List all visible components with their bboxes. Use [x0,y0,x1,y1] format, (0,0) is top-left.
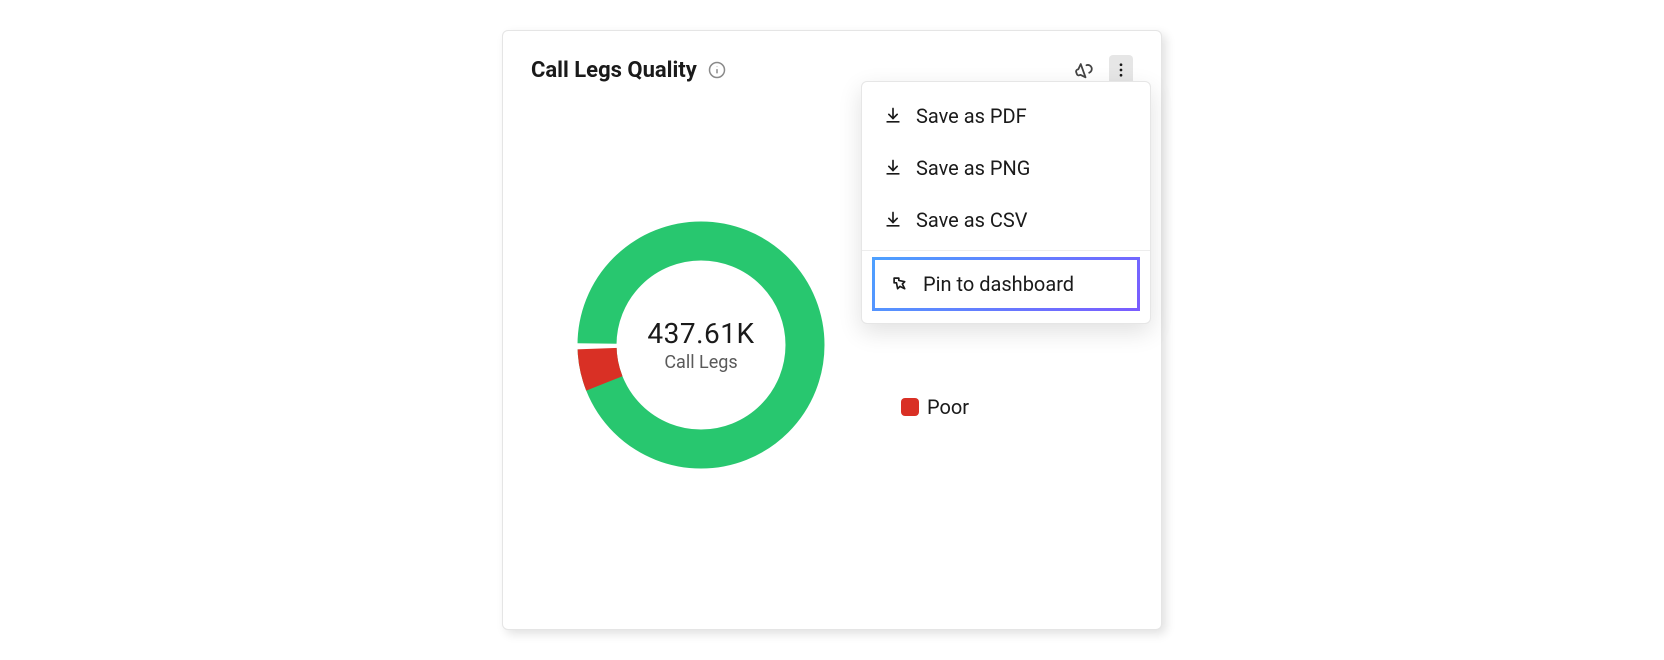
megaphone-icon[interactable] [1073,58,1097,82]
menu-item-label: Save as CSV [916,208,1028,232]
menu-item-label: Save as PDF [916,104,1027,128]
title-group: Call Legs Quality [531,58,727,83]
card-title: Call Legs Quality [531,58,697,83]
menu-item-pin-dashboard[interactable]: Pin to dashboard [872,257,1140,311]
donut-center: 437.61K Call Legs [571,215,831,475]
info-icon[interactable] [707,60,727,80]
menu-item-save-csv[interactable]: Save as CSV [862,194,1150,246]
legend-swatch-poor [901,398,919,416]
menu-item-label: Pin to dashboard [923,272,1074,296]
more-options-menu: Save as PDF Save as PNG Save as CSV [861,81,1151,324]
download-icon [882,105,904,127]
donut-center-label: Call Legs [664,352,737,373]
menu-item-label: Save as PNG [916,156,1030,180]
donut-chart: 437.61K Call Legs [571,215,831,475]
download-icon [882,157,904,179]
menu-divider [862,250,1150,251]
widget-card: Call Legs Quality [502,30,1162,630]
menu-item-save-png[interactable]: Save as PNG [862,142,1150,194]
donut-center-value: 437.61K [647,317,754,350]
menu-item-save-pdf[interactable]: Save as PDF [862,90,1150,142]
pin-icon [889,273,911,295]
legend-label-poor: Poor [927,395,969,419]
download-icon [882,209,904,231]
legend: Poor [901,395,969,419]
